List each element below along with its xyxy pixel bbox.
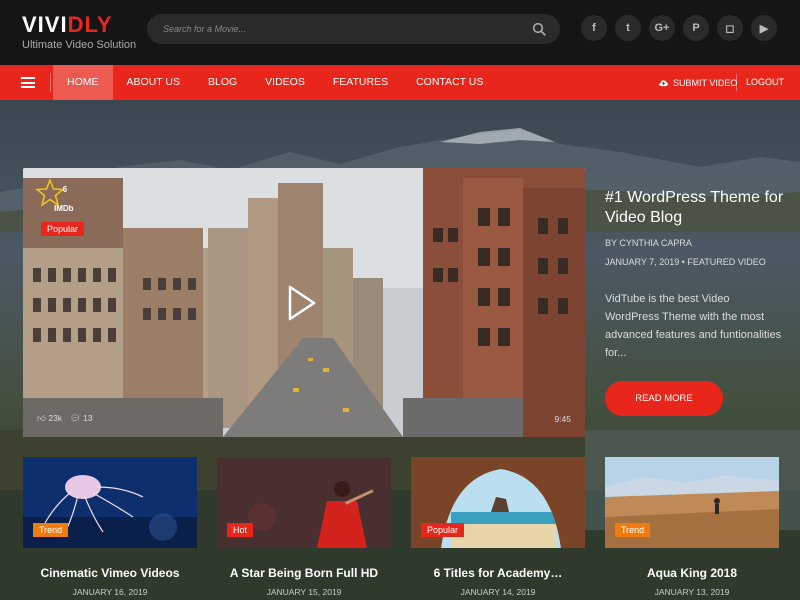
popular-badge: Popular (421, 523, 465, 537)
cloud-upload-icon (659, 80, 668, 87)
video-card-date: JANUARY 16, 2019 (72, 587, 148, 597)
logo-wordmark: VIVIDLY (22, 12, 136, 38)
search-bar (147, 14, 560, 44)
video-thumbnail[interactable]: Hot (217, 457, 391, 548)
nav-item-features[interactable]: FEATURES (319, 65, 402, 100)
trend-badge: Trend (615, 523, 651, 537)
video-card-date: JANUARY 14, 2019 (460, 587, 536, 597)
logo-tagline: Ultimate Video Solution (22, 39, 137, 51)
nav-divider (50, 73, 51, 92)
nav-item-about-us[interactable]: ABOUT US (113, 65, 194, 100)
featured-post-excerpt: VidTube is the best Video WordPress Them… (605, 293, 782, 359)
featured-video-thumbnail[interactable]: 6 IMDb Popular 👍︎ 23k 💬︎ 13 9:45 (23, 168, 585, 437)
featured-post-meta: JANUARY 7, 2019 • FEATURED VIDEO (605, 257, 785, 267)
video-card-title[interactable]: Aqua King 2018 (605, 566, 779, 580)
featured-post-category[interactable]: FEATURED VIDEO (687, 257, 765, 267)
video-duration: 9:45 (554, 414, 571, 424)
logo-part-2: DLY (67, 12, 113, 37)
popular-badge: Popular (41, 222, 85, 236)
comment-icon: 💬︎ (69, 413, 81, 423)
video-card[interactable]: Popular 6 Titles for Academy… JANUARY 14… (411, 457, 585, 597)
video-thumbnail[interactable]: Trend (605, 457, 779, 548)
thumbs-up-icon: 👍︎ (37, 413, 46, 423)
imdb-score: 6 (62, 185, 68, 194)
youtube-icon[interactable]: ▶ (751, 15, 777, 41)
featured-post-info: #1 WordPress Theme for Video Blog BY CYN… (605, 188, 785, 362)
nav-item-home[interactable]: HOME (53, 65, 113, 100)
video-card[interactable]: Trend Aqua King 2018 JANUARY 13, 2019 (605, 457, 779, 597)
nav-menu: HOME ABOUT US BLOG VIDEOS FEATURES CONTA… (53, 65, 497, 100)
video-card-date: JANUARY 13, 2019 (654, 587, 730, 597)
submit-video-button[interactable]: SUBMIT VIDEO (658, 65, 737, 100)
video-thumbnail[interactable]: Popular (411, 457, 585, 548)
featured-post-author[interactable]: BY CYNTHIA CAPRA (605, 238, 785, 248)
nav-item-videos[interactable]: VIDEOS (251, 65, 319, 100)
video-stats: 👍︎ 23k 💬︎ 13 (37, 413, 93, 424)
facebook-icon[interactable]: f (581, 15, 607, 41)
read-more-button[interactable]: READ MORE (605, 381, 723, 416)
video-card-title[interactable]: A Star Being Born Full HD (217, 566, 391, 580)
likes-count: 23k (48, 413, 62, 423)
site-logo[interactable]: VIVIDLY Ultimate Video Solution (22, 12, 136, 51)
featured-post-title[interactable]: #1 WordPress Theme for Video Blog (605, 188, 785, 228)
pinterest-icon[interactable]: P (683, 15, 709, 41)
video-card[interactable]: Trend Cinematic Vimeo Videos JANUARY 16,… (23, 457, 197, 597)
search-icon[interactable] (532, 22, 546, 36)
instagram-icon[interactable]: ◻ (717, 15, 743, 41)
logout-link[interactable]: LOGOUT (746, 65, 784, 100)
trend-badge: Trend (33, 523, 69, 537)
google-plus-icon[interactable]: G+ (649, 15, 675, 41)
video-card-title[interactable]: Cinematic Vimeo Videos (23, 566, 197, 580)
video-card[interactable]: Hot A Star Being Born Full HD JANUARY 15… (217, 457, 391, 597)
nav-item-contact-us[interactable]: CONTACT US (402, 65, 497, 100)
video-thumbnail[interactable]: Trend (23, 457, 197, 548)
video-card-date: JANUARY 15, 2019 (266, 587, 342, 597)
nav-item-blog[interactable]: BLOG (194, 65, 251, 100)
featured-post-date: JANUARY 7, 2019 (605, 257, 680, 267)
comments-stat: 💬︎ 13 (70, 413, 93, 424)
imdb-label: IMDb (54, 204, 74, 213)
hamburger-menu-icon[interactable] (21, 77, 35, 88)
video-card-title[interactable]: 6 Titles for Academy… (411, 566, 585, 580)
search-input[interactable] (163, 14, 523, 44)
logo-part-1: VIVI (22, 12, 68, 37)
twitter-icon[interactable]: t (615, 15, 641, 41)
comments-count: 13 (83, 413, 93, 423)
social-links: f t G+ P ◻ ▶ (581, 15, 777, 41)
hot-badge: Hot (227, 523, 254, 537)
submit-video-label: SUBMIT VIDEO (673, 77, 738, 88)
main-nav: HOME ABOUT US BLOG VIDEOS FEATURES CONTA… (0, 65, 800, 100)
play-icon[interactable] (287, 284, 317, 322)
top-header: VIVIDLY Ultimate Video Solution f t G+ P… (0, 0, 800, 65)
likes-stat: 👍︎ 23k (37, 413, 62, 424)
nav-divider (736, 74, 737, 91)
